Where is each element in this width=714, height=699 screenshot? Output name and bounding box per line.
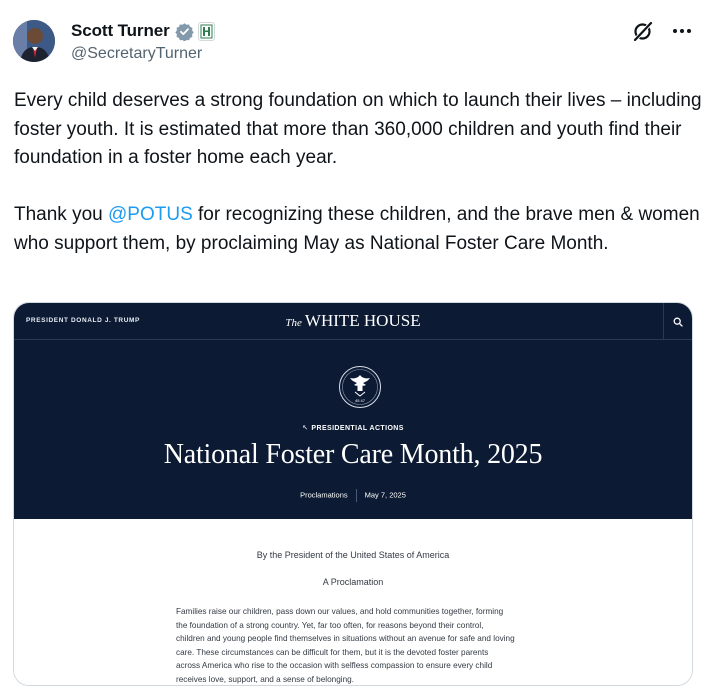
avatar[interactable] [13, 20, 55, 62]
seal-text: 45 47 [355, 398, 366, 403]
proclamation-paragraph: Families raise our children, pass down o… [176, 605, 576, 685]
tweet-media-image[interactable]: PRESIDENT DONALD J. TRUMP The WHITE HOUSE [13, 302, 693, 686]
proclamation-body: By the President of the United States of… [14, 519, 692, 685]
proclamation-line: Families raise our children, pass down o… [176, 607, 504, 616]
grok-icon[interactable] [632, 20, 654, 42]
tweet-text: Every child deserves a strong foundation… [14, 87, 704, 258]
logo-main: WHITE HOUSE [304, 311, 421, 330]
search-icon [663, 303, 692, 340]
kicker-text: PRESIDENTIAL ACTIONS [311, 425, 404, 432]
author-handle[interactable]: @SecretaryTurner [71, 45, 202, 63]
proclamation-line: care. These circumstances can be difficu… [176, 647, 489, 657]
white-house-logo: The WHITE HOUSE [14, 311, 692, 331]
tweet-text-segment: Thank you [14, 204, 108, 225]
proclamation-line: children and young people find themselve… [176, 634, 515, 644]
verified-badge-icon[interactable] [174, 22, 194, 42]
hud-affiliation-icon[interactable] [197, 21, 215, 41]
more-options-icon[interactable] [672, 21, 692, 41]
tweet-top-actions [632, 20, 692, 42]
mention-link-potus[interactable]: @POTUS [108, 204, 193, 225]
presidential-actions-kicker: ↖ PRESIDENTIAL ACTIONS [14, 424, 692, 432]
proclamation-meta: Proclamations May 7, 2025 [14, 489, 692, 502]
proclamation-line: across America who rise to the occasion … [176, 661, 493, 671]
white-house-header: PRESIDENT DONALD J. TRUMP The WHITE HOUSE [14, 303, 692, 519]
proclamation-line: the foundation of a strong country. Yet,… [176, 620, 484, 630]
tweet-paragraph-2: Thank you @POTUS for recognizing these c… [14, 201, 704, 258]
presidential-seal-icon: 45 47 [338, 365, 382, 409]
logo-the: The [285, 317, 302, 329]
tweet: Scott Turner @SecretaryTurner Every chil… [0, 0, 714, 699]
author-display-name[interactable]: Scott Turner [71, 21, 170, 41]
a-proclamation-line: A Proclamation [322, 577, 384, 587]
proclamation-date: May 7, 2025 [364, 490, 406, 500]
tweet-paragraph-1: Every child deserves a strong foundation… [14, 90, 702, 168]
proclamation-title: National Foster Care Month, 2025 [163, 439, 543, 470]
proclamation-line: receives love, support, and a sense of b… [176, 674, 354, 684]
by-the-president-line: By the President of the United States of… [256, 550, 450, 560]
proclamation-category: Proclamations [300, 490, 348, 500]
arrow-icon: ↖ [302, 425, 309, 432]
meta-divider [355, 489, 357, 502]
author-name-row: Scott Turner [71, 20, 215, 42]
white-house-topbar: PRESIDENT DONALD J. TRUMP The WHITE HOUSE [14, 303, 692, 340]
